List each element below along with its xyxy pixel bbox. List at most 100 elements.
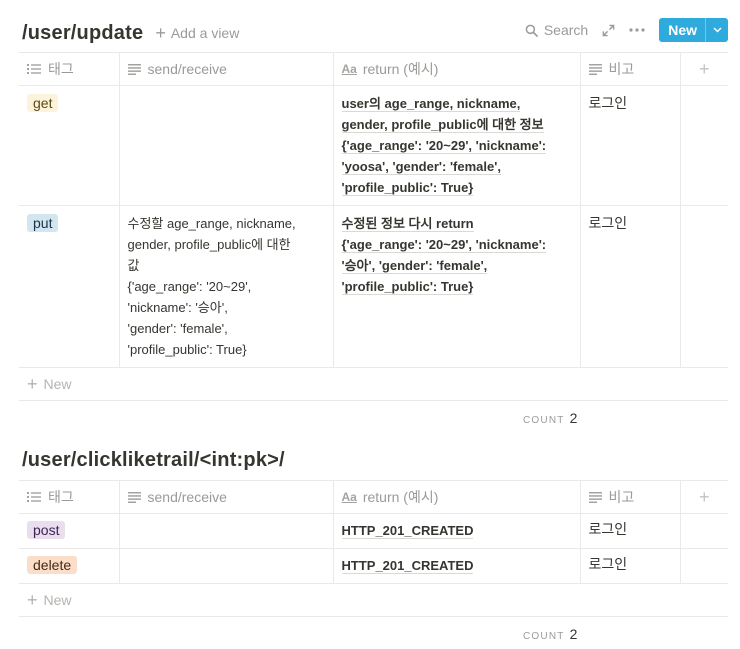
cell-empty — [679, 85, 728, 206]
more-icon — [629, 28, 645, 32]
add-row-button[interactable]: + New — [19, 584, 728, 617]
cell-empty — [679, 513, 728, 549]
database-title[interactable]: /user/clickliketrail/<int:pk>/ — [22, 449, 285, 472]
chevron-down-icon — [712, 27, 722, 33]
database-header: /user/clickliketrail/<int:pk>/ — [19, 444, 728, 476]
text-property-icon — [127, 491, 141, 503]
add-view-label: Add a view — [170, 25, 240, 41]
cell-empty — [679, 205, 728, 368]
cell-return[interactable]: 수정된 정보 다시 return {'age_range': '20~29', … — [332, 205, 581, 368]
tag-badge: delete — [27, 556, 78, 574]
column-header-note[interactable]: 비고 — [579, 480, 681, 514]
cell-send-receive[interactable] — [118, 548, 334, 584]
text-line: HTTP_201_CREATED — [341, 523, 474, 539]
table-row[interactable]: post HTTP_201_CREATED 로그인 — [19, 513, 728, 549]
plus-icon: + — [155, 23, 166, 43]
cell-return[interactable]: HTTP_201_CREATED — [332, 513, 581, 549]
text-line: {'age_range': '20~29', 'nickname': — [341, 138, 547, 154]
column-header-return[interactable]: Aa return (예시) — [332, 52, 581, 86]
cell-note[interactable]: 로그인 — [579, 205, 681, 368]
column-header-label: return (예시) — [362, 489, 439, 505]
table-row[interactable]: put 수정할 age_range, nickname, gender, pro… — [19, 205, 728, 368]
cell-note[interactable]: 로그인 — [579, 548, 681, 584]
search-label: Search — [543, 22, 589, 38]
cell-tag[interactable]: get — [19, 85, 120, 206]
column-header-label: 비고 — [608, 61, 635, 77]
search-button[interactable]: Search — [525, 22, 588, 38]
column-header-label: 비고 — [608, 489, 635, 505]
table-row[interactable]: get user의 age_range, nickname, gender, p… — [19, 85, 728, 206]
plus-icon: + — [698, 486, 710, 507]
text-line: gender, profile_public에 대한 — [127, 237, 291, 252]
text-line: gender, profile_public에 대한 정보 — [341, 117, 544, 133]
plus-icon: + — [27, 590, 38, 610]
column-header-label: send/receive — [147, 61, 227, 77]
cell-tag[interactable]: delete — [19, 548, 120, 584]
database-toolbar: Search New — [525, 18, 728, 42]
database-header: /user/update + Add a view Search New — [19, 14, 728, 52]
column-header-label: 태그 — [48, 489, 74, 505]
new-button-label: New — [668, 22, 697, 38]
cell-send-receive[interactable] — [118, 85, 334, 206]
column-header-tag[interactable]: 태그 — [19, 480, 120, 514]
count-label: COUNT — [523, 415, 565, 426]
column-header-send-receive[interactable]: send/receive — [118, 52, 334, 86]
calculation-row: COUNT 2 — [19, 617, 728, 649]
text-property-icon — [127, 63, 141, 75]
add-row-label: New — [43, 592, 72, 608]
plus-icon: + — [698, 58, 710, 79]
column-header-return[interactable]: Aa return (예시) — [332, 480, 581, 514]
database-table: 태그 send/receive Aa return (예시) 비고 + post… — [19, 480, 728, 584]
search-icon — [525, 24, 538, 37]
text-property-icon — [588, 63, 602, 75]
plus-icon: + — [27, 374, 38, 394]
text-line: 'profile_public': True} — [127, 342, 247, 357]
column-header-send-receive[interactable]: send/receive — [118, 480, 334, 514]
database-title[interactable]: /user/update — [22, 22, 143, 45]
open-full-page-button[interactable] — [602, 24, 615, 37]
cell-note[interactable]: 로그인 — [579, 85, 681, 206]
column-header-label: send/receive — [147, 489, 227, 505]
cell-send-receive[interactable] — [118, 513, 334, 549]
more-options-button[interactable] — [629, 28, 645, 32]
column-header-label: 태그 — [48, 61, 74, 77]
cell-tag[interactable]: put — [19, 205, 120, 368]
column-header-note[interactable]: 비고 — [579, 52, 681, 86]
table-row[interactable]: delete HTTP_201_CREATED 로그인 — [19, 548, 728, 584]
database-user-clickliketrail: /user/clickliketrail/<int:pk>/ 태그 send/r… — [19, 444, 728, 649]
count-value: 2 — [569, 626, 578, 642]
cell-tag[interactable]: post — [19, 513, 120, 549]
text-line: {'age_range': '20~29', 'nickname': — [341, 237, 547, 253]
header-row: 태그 send/receive Aa return (예시) 비고 + — [19, 480, 728, 514]
count-label: COUNT — [523, 631, 565, 642]
calculation-row: COUNT 2 — [19, 401, 728, 435]
database-table: 태그 send/receive Aa return (예시) 비고 + get … — [19, 52, 728, 368]
text-line: 값 — [127, 258, 140, 273]
add-property-button[interactable]: + — [679, 480, 728, 514]
expand-icon — [602, 24, 615, 36]
text-line: 'profile_public': True} — [341, 279, 474, 295]
count-calculation[interactable]: COUNT 2 — [523, 410, 577, 426]
cell-empty — [679, 548, 728, 584]
cell-note[interactable]: 로그인 — [579, 513, 681, 549]
column-header-tag[interactable]: 태그 — [19, 52, 120, 86]
cell-send-receive[interactable]: 수정할 age_range, nickname, gender, profile… — [118, 205, 334, 368]
database-user-update: /user/update + Add a view Search New 태그 … — [19, 14, 728, 435]
add-row-button[interactable]: + New — [19, 368, 728, 401]
text-property-icon — [588, 491, 602, 503]
text-line: HTTP_201_CREATED — [341, 558, 474, 574]
new-button[interactable]: New — [659, 18, 728, 42]
cell-return[interactable]: user의 age_range, nickname, gender, profi… — [332, 85, 581, 206]
text-line: 수정된 정보 다시 return — [341, 216, 474, 232]
add-view-button[interactable]: + Add a view — [155, 24, 239, 42]
add-property-button[interactable]: + — [679, 52, 728, 86]
new-dropdown-button[interactable] — [705, 18, 728, 42]
tag-badge: post — [27, 521, 66, 539]
header-row: 태그 send/receive Aa return (예시) 비고 + — [19, 52, 728, 86]
cell-return[interactable]: HTTP_201_CREATED — [332, 548, 581, 584]
count-value: 2 — [569, 410, 578, 426]
count-calculation[interactable]: COUNT 2 — [523, 626, 577, 642]
text-line: 'gender': 'female', — [127, 321, 228, 336]
text-line: 'yoosa', 'gender': 'female', — [341, 159, 501, 175]
tag-badge: put — [27, 214, 59, 232]
